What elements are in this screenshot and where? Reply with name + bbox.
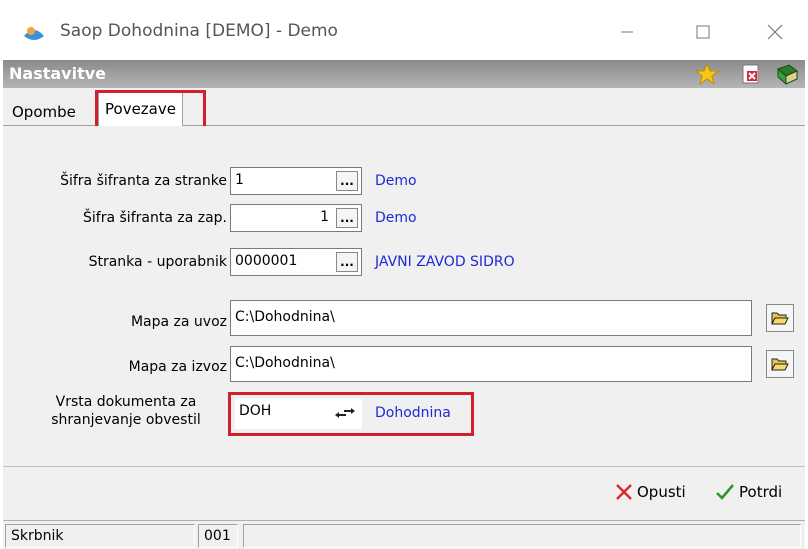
window-titlebar: Saop Dohodnina [DEMO] - Demo	[0, 0, 808, 60]
maximize-button[interactable]	[680, 14, 726, 50]
star-icon[interactable]	[695, 63, 719, 85]
label-vrsta-dok-line2: shranjevanje obvestil	[51, 412, 201, 428]
label-stranka: Stranka - uporabnik	[88, 254, 227, 270]
stranka-browse-button[interactable]: ...	[336, 252, 358, 272]
cancel-button[interactable]: Opusti	[615, 483, 686, 501]
minimize-icon	[621, 31, 633, 33]
status-extra	[243, 524, 801, 548]
sifra-stranke-value: 1	[235, 172, 244, 188]
browse-dots-icon: ...	[340, 174, 354, 188]
browse-dots-icon: ...	[340, 255, 354, 269]
mapa-izvoz-folder-button[interactable]	[766, 350, 794, 378]
label-vrsta-dok-line1: Vrsta dokumenta za	[55, 394, 197, 410]
folder-open-icon	[771, 358, 789, 371]
stranka-field[interactable]: 0000001 ...	[230, 248, 362, 276]
mapa-uvoz-folder-button[interactable]	[766, 304, 794, 332]
highlight-vrsta-dokumenta	[228, 392, 474, 436]
exit-book-icon[interactable]	[775, 63, 799, 85]
minimize-button[interactable]	[604, 14, 650, 50]
sifra-zap-value: 1	[320, 209, 329, 225]
status-code: 001	[198, 524, 238, 548]
label-sifra-stranke: Šifra šifranta za stranke	[60, 173, 227, 189]
form-panel: Šifra šifranta za stranke 1 ... Demo Šif…	[3, 126, 805, 467]
confirm-label: Potrdi	[739, 483, 783, 501]
label-mapa-izvoz: Mapa za izvoz	[128, 359, 227, 375]
stranka-link[interactable]: JAVNI ZAVOD SIDRO	[375, 254, 515, 270]
close-icon	[767, 24, 783, 40]
tab-opombe[interactable]: Opombe	[6, 98, 82, 126]
sifra-zap-field[interactable]: 1 ...	[230, 204, 362, 232]
browse-dots-icon: ...	[340, 211, 354, 225]
section-title: Nastavitve	[9, 64, 106, 83]
sifra-zap-link[interactable]: Demo	[375, 210, 417, 226]
confirm-button[interactable]: Potrdi	[715, 483, 782, 501]
cancel-x-icon	[616, 484, 632, 500]
section-header: Nastavitve	[3, 60, 805, 88]
label-sifra-zap: Šifra šifranta za zap.	[83, 210, 227, 226]
sifra-stranke-link[interactable]: Demo	[375, 173, 417, 189]
cancel-label: Opusti	[637, 483, 686, 501]
sifra-stranke-field[interactable]: 1 ...	[230, 167, 362, 195]
sifra-zap-browse-button[interactable]: ...	[336, 208, 358, 228]
highlight-tab-povezave	[95, 90, 206, 130]
maximize-icon	[696, 25, 710, 39]
status-user: Skrbnik	[5, 524, 195, 548]
mapa-izvoz-input[interactable]: C:\Dohodnina\	[230, 346, 752, 382]
checkmark-icon	[716, 484, 734, 500]
stranka-value: 0000001	[235, 253, 298, 269]
label-mapa-uvoz: Mapa za uvoz	[130, 314, 227, 330]
close-document-icon[interactable]	[739, 63, 763, 85]
folder-open-icon	[771, 312, 789, 325]
close-button[interactable]	[752, 14, 798, 50]
sifra-stranke-browse-button[interactable]: ...	[336, 171, 358, 191]
footer-bar: Opusti Potrdi	[3, 467, 805, 520]
status-bar: Skrbnik 001	[3, 520, 805, 549]
mapa-uvoz-input[interactable]: C:\Dohodnina\	[230, 300, 752, 336]
window-title: Saop Dohodnina [DEMO] - Demo	[60, 21, 338, 41]
app-logo-icon	[24, 27, 44, 40]
